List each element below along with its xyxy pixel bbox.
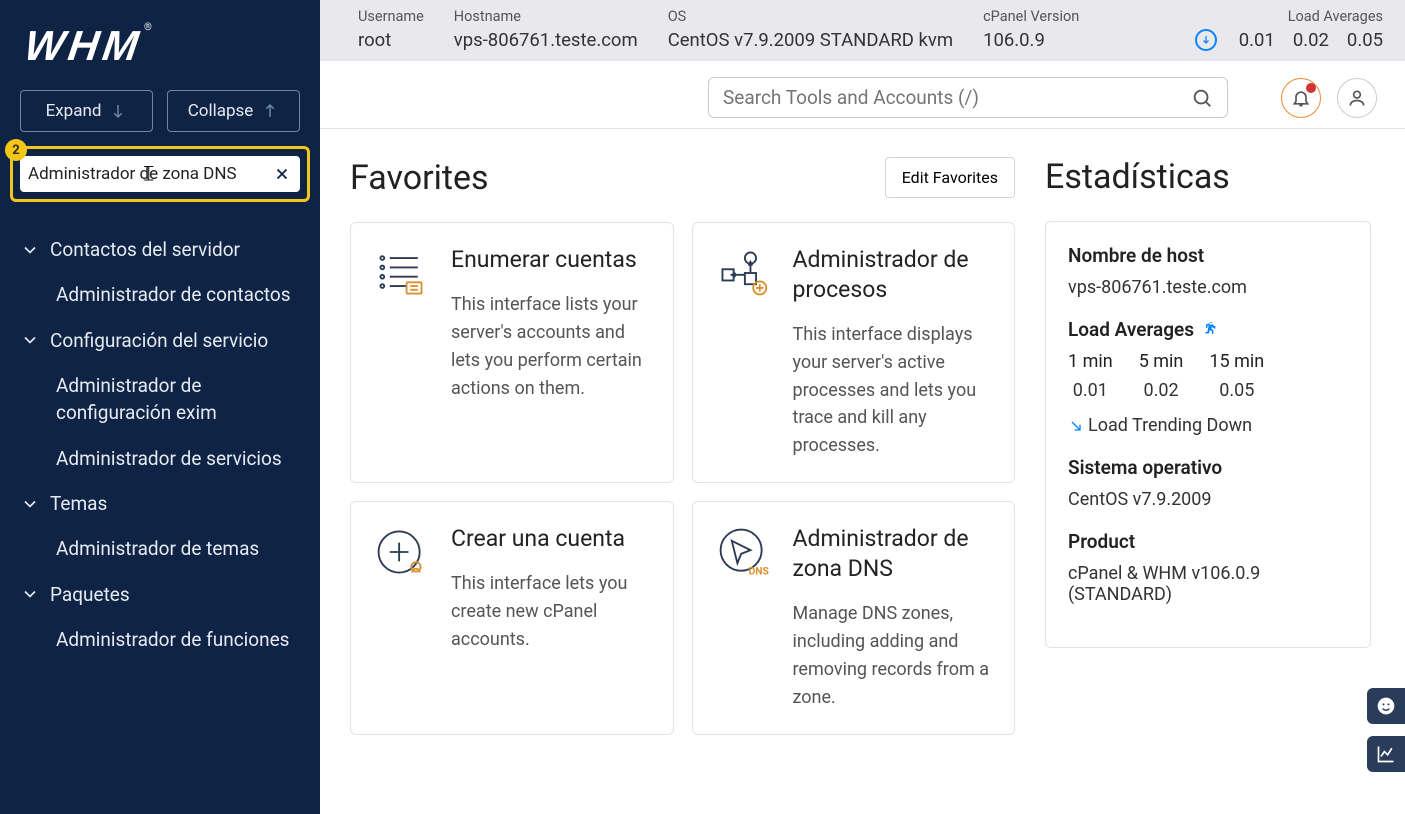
svg-text:DNS: DNS	[748, 565, 768, 578]
favorite-card-create-account[interactable]: Crear una cuenta This interface lets you…	[350, 501, 674, 734]
smile-icon	[1376, 696, 1396, 716]
search-icon[interactable]	[1191, 87, 1213, 109]
card-title: Enumerar cuentas	[451, 245, 651, 275]
os-label: OS	[668, 8, 953, 25]
hostname-value: vps-806761.teste.com	[454, 29, 638, 51]
card-title: Administrador de zona DNS	[793, 524, 993, 584]
sidebar: WHM® Expand Collapse 2 𝙸	[0, 0, 320, 814]
process-manager-icon	[715, 245, 771, 301]
card-title: Administrador de procesos	[793, 245, 993, 305]
sidebar-search-highlight: 2 𝙸	[10, 146, 310, 202]
trend-down-icon	[1195, 29, 1217, 51]
stats-hostname-value: vps-806761.teste.com	[1068, 277, 1348, 298]
stats-la-label: Load Averages	[1068, 318, 1194, 341]
la-col-15min: 15 min	[1209, 351, 1264, 372]
info-bar: Username root Hostname vps-806761.teste.…	[320, 0, 1405, 61]
user-menu-button[interactable]	[1337, 78, 1377, 118]
favorites-title: Favorites	[350, 158, 489, 198]
stats-panel: Estadísticas Nombre de host vps-806761.t…	[1045, 129, 1405, 814]
clear-search-button[interactable]	[272, 164, 292, 184]
stats-os-value: CentOS v7.9.2009	[1068, 489, 1348, 510]
la-col-5min: 5 min	[1139, 351, 1184, 372]
la-col-1min: 1 min	[1068, 351, 1113, 372]
favorite-card-list-accounts[interactable]: Enumerar cuentas This interface lists yo…	[350, 222, 674, 483]
favorite-card-process-manager[interactable]: Administrador de procesos This interface…	[692, 222, 1016, 483]
dns-zone-icon: DNS	[715, 524, 771, 580]
collapse-label: Collapse	[188, 101, 254, 121]
load-5: 0.02	[1293, 29, 1329, 51]
cpanel-version-value: 106.0.9	[983, 29, 1079, 51]
stats-product-label: Product	[1068, 530, 1348, 553]
username-label: Username	[358, 8, 424, 25]
load-1: 0.01	[1239, 29, 1275, 51]
la-val-1min: 0.01	[1068, 380, 1113, 401]
stats-os-label: Sistema operativo	[1068, 456, 1348, 479]
arrow-down-right-icon	[1068, 418, 1084, 434]
expand-button[interactable]: Expand	[20, 90, 153, 132]
tools-search-input[interactable]	[723, 86, 1191, 109]
stats-hostname-label: Nombre de host	[1068, 244, 1348, 267]
chevron-down-icon	[20, 330, 40, 350]
cpanel-version-label: cPanel Version	[983, 8, 1079, 25]
sidebar-search-input[interactable]	[28, 162, 272, 186]
close-icon	[273, 165, 291, 183]
expand-label: Expand	[46, 101, 102, 121]
stats-product-value: cPanel & WHM v106.0.9 (STANDARD)	[1068, 563, 1348, 605]
whm-logo[interactable]: WHM®	[0, 0, 320, 80]
card-title: Crear una cuenta	[451, 524, 651, 554]
nav-group-toggle[interactable]: Configuración del servicio	[0, 321, 320, 364]
toolbar	[320, 61, 1405, 129]
main-content: Favorites Edit Favorites Enumerar cuenta…	[320, 129, 1045, 814]
logo-text: WHM	[22, 22, 146, 70]
la-val-5min: 0.02	[1139, 380, 1184, 401]
username-value: root	[358, 29, 424, 51]
stats-tab[interactable]	[1367, 736, 1405, 772]
os-value: CentOS v7.9.2009 STANDARD kvm	[668, 29, 953, 51]
nav-item[interactable]: Administrador de contactos	[0, 273, 320, 319]
create-account-icon	[373, 524, 429, 580]
tutorial-step-badge: 2	[5, 139, 27, 161]
load-trend-text: Load Trending Down	[1088, 415, 1252, 436]
nav-item[interactable]: Administrador de servicios	[0, 437, 320, 483]
la-val-15min: 0.05	[1209, 380, 1264, 401]
notifications-button[interactable]	[1281, 78, 1321, 118]
nav-item[interactable]: Administrador de funciones	[0, 618, 320, 664]
sidebar-nav[interactable]: Contactos del servidor Administrador de …	[0, 230, 320, 814]
nav-group-toggle[interactable]: Paquetes	[0, 575, 320, 618]
chevron-down-icon	[20, 240, 40, 260]
nav-group-label: Configuración del servicio	[50, 329, 268, 352]
favorite-card-dns-zone-manager[interactable]: DNS Administrador de zona DNS Manage DNS…	[692, 501, 1016, 734]
notification-dot	[1306, 83, 1316, 93]
nav-group-toggle[interactable]: Contactos del servidor	[0, 230, 320, 273]
card-description: This interface lists your server's accou…	[451, 291, 651, 403]
edit-favorites-button[interactable]: Edit Favorites	[885, 157, 1015, 198]
nav-group-toggle[interactable]: Temas	[0, 484, 320, 527]
nav-item[interactable]: Administrador de temas	[0, 527, 320, 573]
chevron-down-icon	[20, 584, 40, 604]
nav-group-label: Temas	[50, 492, 107, 515]
hostname-label: Hostname	[454, 8, 638, 25]
card-description: Manage DNS zones, including adding and r…	[793, 600, 993, 712]
chart-icon	[1376, 744, 1396, 764]
nav-item[interactable]: Administrador de configuración exim	[0, 364, 320, 437]
nav-group-label: Contactos del servidor	[50, 238, 240, 261]
collapse-button[interactable]: Collapse	[167, 90, 300, 132]
user-icon	[1347, 88, 1367, 108]
feedback-tab[interactable]	[1367, 688, 1405, 724]
arrow-up-icon	[261, 102, 279, 120]
load-averages-label: Load Averages	[1288, 8, 1383, 25]
chevron-down-icon	[20, 494, 40, 514]
nav-group-label: Paquetes	[50, 583, 130, 606]
running-person-icon	[1202, 318, 1218, 341]
arrow-down-icon	[109, 102, 127, 120]
list-accounts-icon	[373, 245, 429, 301]
card-description: This interface lets you create new cPane…	[451, 570, 651, 654]
card-description: This interface displays your server's ac…	[793, 321, 993, 460]
stats-title: Estadísticas	[1045, 157, 1371, 197]
tools-search[interactable]	[708, 77, 1228, 118]
load-15: 0.05	[1347, 29, 1383, 51]
